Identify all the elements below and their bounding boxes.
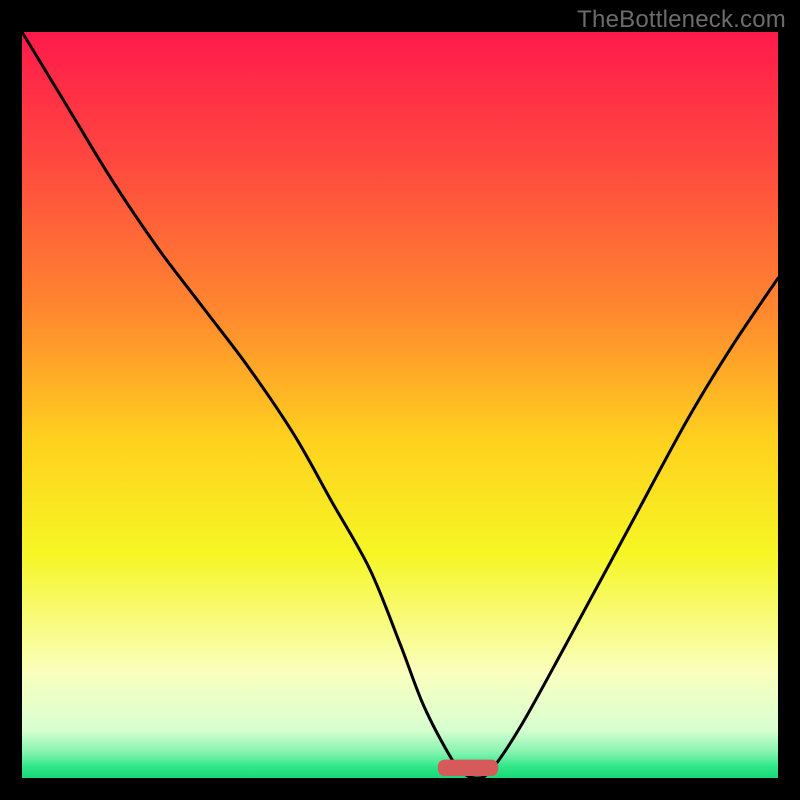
watermark-text: TheBottleneck.com: [577, 6, 786, 34]
chart-svg: [22, 32, 778, 778]
chart-frame: TheBottleneck.com: [0, 0, 800, 800]
gradient-background: [22, 32, 778, 778]
plot-area: [22, 32, 778, 778]
optimal-marker: [438, 760, 498, 776]
